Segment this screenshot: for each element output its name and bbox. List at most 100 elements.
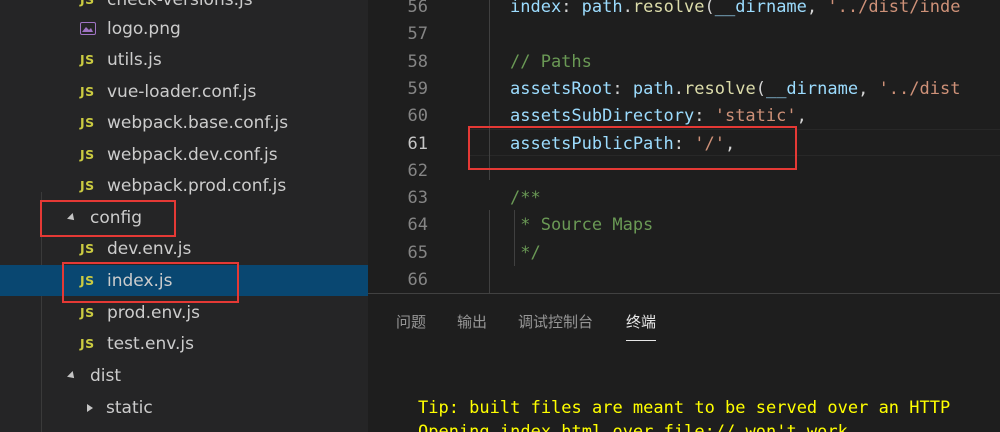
code-line: 56 index: path.resolve(__dirname, '../dis…	[368, 0, 1000, 21]
code-token: :	[694, 106, 715, 126]
javascript-file-icon: JS	[80, 115, 95, 130]
line-number: 56	[407, 0, 428, 17]
line-number: 59	[407, 79, 428, 99]
tree-file-item[interactable]: JS test.env.js	[0, 328, 368, 359]
tree-item-label: prod.env.js	[107, 302, 200, 323]
bottom-panel: 问题 输出 调试控制台 终端 Tip: built files are mean…	[368, 293, 1000, 432]
code-token: :	[673, 134, 695, 154]
code-token: index	[510, 0, 562, 17]
tree-item-label: static	[106, 397, 153, 418]
code-line: 58 // Paths	[368, 49, 1000, 76]
tree-item-label: webpack.dev.conf.js	[107, 144, 278, 165]
tree-folder-item[interactable]: config	[0, 202, 368, 233]
code-token: path	[581, 0, 623, 17]
code-token: ,	[806, 0, 828, 17]
line-number: 57	[407, 24, 428, 44]
code-token: '/'	[694, 134, 725, 154]
code-editor[interactable]: 56 index: path.resolve(__dirname, '../dis…	[368, 0, 1000, 293]
tree-item-label: dev.env.js	[107, 238, 192, 259]
line-number: 63	[407, 188, 428, 208]
code-line: 64 * Source Maps	[368, 212, 1000, 239]
code-token: // Paths	[510, 52, 592, 72]
chevron-down-icon	[67, 370, 77, 381]
code-text: index: path.resolve(__dirname, '../dist/…	[510, 0, 960, 21]
javascript-file-icon: JS	[80, 0, 106, 7]
javascript-file-icon: JS	[80, 52, 95, 67]
tree-file-item[interactable]: JS webpack.base.conf.js	[0, 107, 368, 138]
code-token: ,	[796, 106, 807, 126]
code-text: // Paths	[510, 49, 592, 76]
code-line: 63 /**	[368, 185, 1000, 212]
tree-file-item[interactable]: JS vue-loader.conf.js	[0, 76, 368, 107]
code-text: assetsSubDirectory: 'static',	[510, 103, 807, 130]
code-token: 'static'	[714, 106, 797, 126]
tree-file-item[interactable]: JS prod.env.js	[0, 297, 368, 328]
code-line: 59 assetsRoot: path.resolve(__dirname, '.…	[368, 76, 1000, 103]
javascript-file-icon: JS	[80, 84, 95, 99]
explorer-sidebar: JScheck-versions.jslogo.pngJSutils.jsJSv…	[0, 0, 368, 432]
code-token: assetsSubDirectory	[510, 106, 695, 126]
code-text: assetsPublicPath: '/',	[510, 131, 735, 158]
tree-folder-item[interactable]: static	[0, 392, 368, 423]
tree-item-label: webpack.prod.conf.js	[107, 175, 287, 196]
javascript-file-icon: JS	[80, 178, 95, 193]
code-token: ,	[858, 79, 879, 99]
code-line: 57	[368, 21, 1000, 48]
tab-problems[interactable]: 问题	[396, 311, 426, 333]
line-number: 66	[407, 270, 428, 290]
code-token: resolve	[684, 79, 756, 99]
line-number: 61	[407, 134, 428, 154]
code-token: * Source Maps	[510, 215, 654, 235]
terminal-line: Tip: built files are meant to be served …	[418, 398, 951, 418]
tree-folder-item[interactable]: dist	[0, 360, 368, 391]
tree-item-label: utils.js	[107, 49, 162, 70]
code-token: :	[612, 79, 633, 99]
terminal-line: Opening index.html over file:// won't wo…	[418, 422, 859, 432]
javascript-file-icon: JS	[80, 336, 95, 351]
code-token: (	[704, 0, 715, 17]
chevron-right-icon	[87, 403, 93, 412]
code-token: :	[561, 0, 582, 17]
code-token: assetsRoot	[510, 79, 613, 99]
code-token: .	[673, 79, 685, 99]
code-line: 60 assetsSubDirectory: 'static',	[368, 103, 1000, 130]
code-token: __dirname	[765, 79, 859, 99]
code-token: path	[632, 79, 674, 99]
tree-item-label: logo.png	[107, 18, 181, 39]
tab-output[interactable]: 输出	[457, 311, 487, 333]
javascript-file-icon: JS	[80, 305, 95, 320]
tree-file-item[interactable]: JS webpack.dev.conf.js	[0, 139, 368, 170]
chevron-down-icon	[67, 212, 77, 223]
line-number: 62	[407, 161, 428, 181]
code-token: '../dist/inde	[827, 0, 961, 17]
tree-file-item[interactable]: JS utils.js	[0, 44, 368, 75]
code-text: /**	[510, 185, 541, 212]
tab-debug-console[interactable]: 调试控制台	[518, 311, 593, 333]
code-token: '../dist	[878, 79, 961, 99]
line-number: 60	[407, 106, 428, 126]
tree-item-label: webpack.base.conf.js	[107, 112, 289, 133]
tree-item-label: index.js	[107, 270, 173, 291]
code-token: */	[510, 243, 541, 263]
javascript-file-icon: JS	[80, 241, 95, 256]
code-token: __dirname	[714, 0, 807, 17]
tree-file-item[interactable]: logo.png	[0, 13, 368, 44]
tree-item-label: config	[90, 207, 143, 228]
code-token: resolve	[632, 0, 705, 17]
tree-file-item[interactable]: JS webpack.prod.conf.js	[0, 170, 368, 201]
javascript-file-icon: JS	[80, 273, 95, 288]
code-line: 61 assetsPublicPath: '/',	[368, 131, 1000, 158]
image-file-icon	[80, 22, 96, 35]
code-line: 65 */	[368, 240, 1000, 267]
tree-file-item[interactable]: JS index.js	[0, 265, 368, 296]
tree-item-label: dist	[90, 365, 122, 386]
tree-file-item[interactable]: JS dev.env.js	[0, 233, 368, 264]
tab-terminal[interactable]: 终端	[626, 311, 657, 341]
code-token: .	[622, 0, 633, 17]
javascript-file-icon: JS	[80, 147, 95, 162]
tree-item-label: test.env.js	[107, 333, 195, 354]
code-token: ,	[724, 134, 736, 154]
line-number: 58	[407, 52, 428, 72]
code-token: (	[755, 79, 766, 99]
code-text: * Source Maps	[510, 212, 653, 239]
